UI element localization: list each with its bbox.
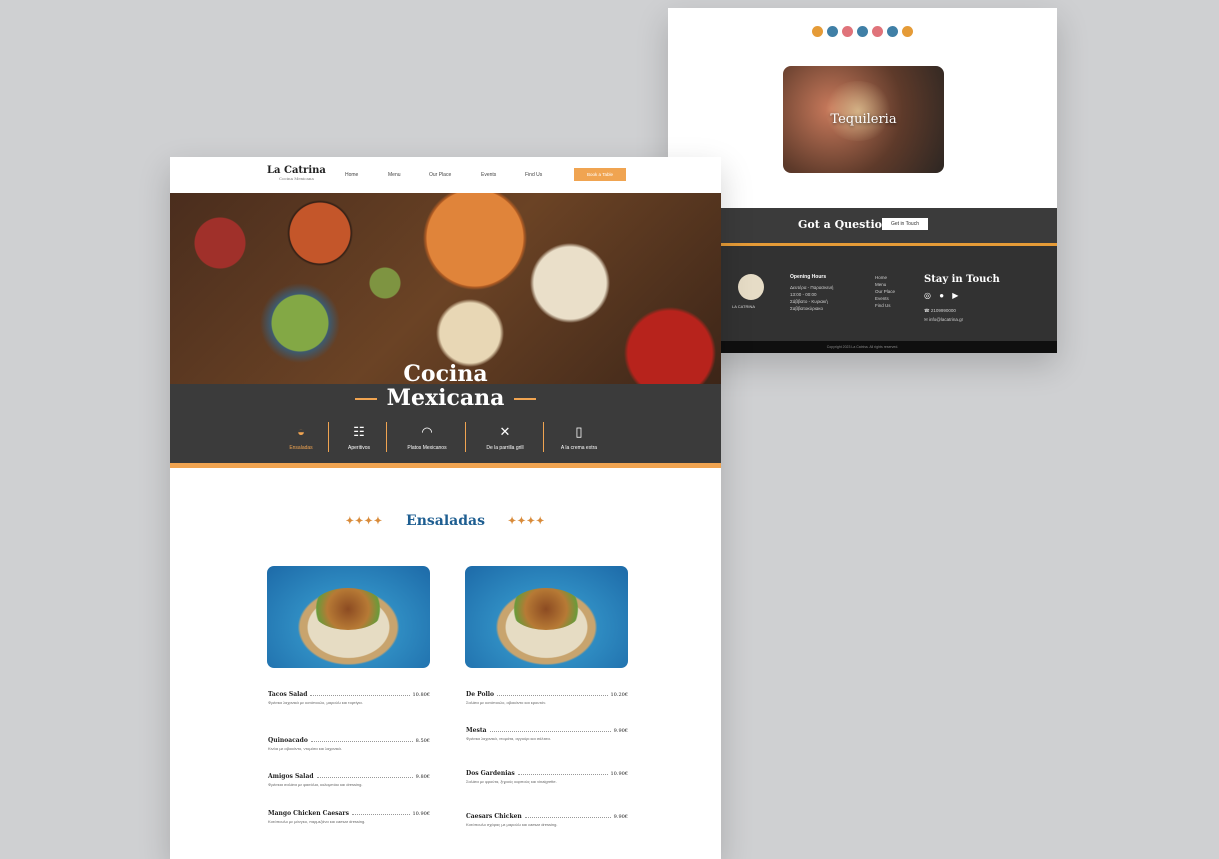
logo-text: LA CATRINA — [732, 304, 756, 309]
top-nav: La Catrina Cocina Mexicana Home Menu Our… — [170, 157, 721, 193]
hero-title: Cocina Mexicana — [170, 362, 721, 410]
nav-find-us[interactable]: Find Us — [525, 172, 542, 178]
tequileria-label: Tequileria — [830, 112, 897, 127]
nav-our-place[interactable]: Our Place — [429, 172, 451, 178]
contact-info: ☎ 2109990000 ✉ info@lacatrina.gr — [924, 306, 963, 324]
footer-link-events[interactable]: Events — [875, 295, 895, 302]
footer-links: Home Menu Our Place Events Find Us — [875, 274, 895, 309]
menu-item: De Pollo 10.20€ Σαλάτα με κοτόπουλο, αβοκ… — [466, 691, 628, 705]
question-bar: Got a Question? Get in Touch — [668, 208, 1057, 246]
menu-item: Amigos Salad 9.80€ Φρέσκια σαλάτα με φασό… — [268, 773, 430, 787]
menu-item: Caesars Chicken 9.90€ Κοτόπουλο σχάρας με… — [466, 813, 628, 827]
bottle-icon: ▯ — [575, 424, 583, 439]
category-aperitivos[interactable]: ☷ Aperitivos — [324, 424, 394, 451]
stars-left-icon: ✦✦✦✦ — [345, 515, 384, 527]
get-in-touch-button[interactable]: Get in Touch — [882, 218, 928, 230]
category-platos-mexicanos[interactable]: ◠ Platos Mexicanos — [392, 424, 462, 451]
fork-knife-icon: ✕ — [499, 424, 511, 439]
nav-home[interactable]: Home — [345, 172, 358, 178]
footer-link-find-us[interactable]: Find Us — [875, 302, 895, 309]
tequileria-card[interactable]: Tequileria — [783, 66, 944, 173]
menu-item: Tacos Salad 10.80€ Φρέσκα λαχανικά με κοτ… — [268, 691, 430, 705]
book-table-button[interactable]: Book a Table — [574, 168, 626, 181]
taco-icon: ◠ — [421, 424, 433, 439]
menu-page-screenshot: La Catrina Cocina Mexicana Home Menu Our… — [170, 157, 721, 859]
de-pollo-photo — [465, 566, 628, 668]
brand-logo[interactable]: La Catrina Cocina Mexicana — [267, 165, 326, 181]
footer-link-home[interactable]: Home — [875, 274, 895, 281]
menu-item: Mesta 9.90€ Φρέσκα λαχανικά, ντομάτα, αγγ… — [466, 727, 628, 741]
social-icons[interactable]: ◎ ● ▶ — [924, 291, 961, 300]
phone-text[interactable]: ☎ 2109990000 — [924, 306, 963, 315]
appetizer-icon: ☷ — [353, 424, 365, 439]
menu-item: Mango Chicken Caesars 10.90€ Κοτόπουλο με… — [268, 810, 430, 824]
footer-link-our-place[interactable]: Our Place — [875, 288, 895, 295]
copyright: Copyright 2023 La Catrina. All rights re… — [668, 341, 1057, 353]
nav-events[interactable]: Events — [481, 172, 496, 178]
nav-menu[interactable]: Menu — [388, 172, 401, 178]
menu-item: Quinoacado 8.50€ Κινόα με αβοκάντο, ντομά… — [268, 737, 430, 751]
section-title: ✦✦✦✦ Ensaladas ✦✦✦✦ — [345, 513, 546, 529]
divider — [386, 422, 387, 452]
email-text[interactable]: ✉ info@lacatrina.gr — [924, 315, 963, 324]
divider — [465, 422, 466, 452]
footer-link-menu[interactable]: Menu — [875, 281, 895, 288]
hero-food-image — [170, 193, 721, 386]
stay-in-touch-heading: Stay in Touch — [924, 274, 1000, 285]
tacos-salad-photo — [267, 566, 430, 668]
menu-item: Dos Gardenias 10.90€ Σαλάτα με φρούτα, ξη… — [466, 770, 628, 784]
salad-bowl-icon: ◒ — [297, 424, 305, 439]
decorative-dots — [668, 24, 1057, 38]
footer: LA CATRINA Opening Hours Δευτέρα - Παρασ… — [668, 246, 1057, 341]
category-parrilla[interactable]: ✕ De la parrilla grill — [470, 424, 540, 451]
footer-page-screenshot: Tequileria Got a Question? Get in Touch … — [668, 8, 1057, 353]
stars-right-icon: ✦✦✦✦ — [507, 515, 546, 527]
opening-hours: Opening Hours Δευτέρα - Παρασκευή 13:00 … — [790, 274, 834, 311]
catrina-logo-icon — [738, 274, 764, 300]
category-crema-extra[interactable]: ▯ A la crema extra — [544, 424, 614, 451]
